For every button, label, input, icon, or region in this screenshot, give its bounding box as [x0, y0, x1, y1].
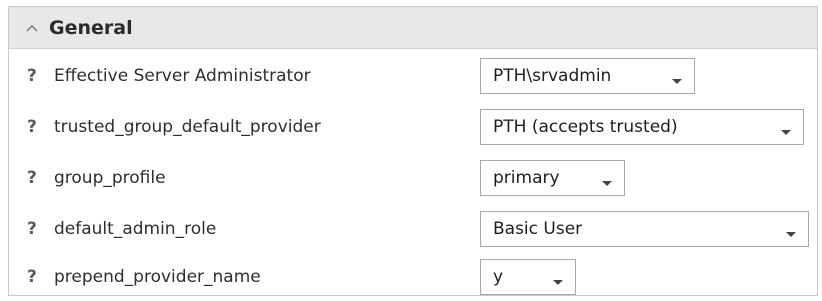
default-admin-role-select[interactable]: Basic User: [480, 211, 809, 247]
chevron-down-icon: [602, 181, 612, 186]
section-title[interactable]: General: [49, 17, 133, 39]
select-value: PTH\srvadmin: [493, 66, 612, 86]
chevron-down-icon: [786, 232, 796, 237]
setting-label: prepend_provider_name: [54, 267, 261, 287]
setting-row-effective-server-administrator: ? Effective Server Administrator PTH\srv…: [9, 52, 817, 100]
setting-label: Effective Server Administrator: [54, 66, 311, 86]
chevron-up-icon[interactable]: [25, 21, 39, 35]
question-mark-icon[interactable]: ?: [27, 168, 37, 188]
setting-row-prepend-provider-name: ? prepend_provider_name y: [9, 253, 817, 301]
section-header[interactable]: General: [9, 7, 817, 49]
chevron-down-icon: [781, 130, 791, 135]
select-value: PTH (accepts trusted): [493, 117, 678, 137]
select-value: y: [493, 267, 504, 287]
trusted-group-default-provider-select[interactable]: PTH (accepts trusted): [480, 109, 804, 145]
prepend-provider-name-select[interactable]: y: [480, 259, 576, 295]
group-profile-select[interactable]: primary: [480, 160, 625, 196]
question-mark-icon[interactable]: ?: [27, 117, 37, 137]
setting-row-group-profile: ? group_profile primary: [9, 154, 817, 202]
question-mark-icon[interactable]: ?: [27, 66, 37, 86]
setting-label: trusted_group_default_provider: [54, 117, 321, 137]
setting-label: group_profile: [54, 168, 166, 188]
setting-row-trusted-group-default-provider: ? trusted_group_default_provider PTH (ac…: [9, 103, 817, 151]
effective-server-administrator-select[interactable]: PTH\srvadmin: [480, 58, 695, 94]
select-value: Basic User: [493, 219, 583, 239]
question-mark-icon[interactable]: ?: [27, 267, 37, 287]
setting-row-default-admin-role: ? default_admin_role Basic User: [9, 205, 817, 253]
general-settings-panel: General ? Effective Server Administrator…: [8, 6, 818, 296]
select-value: primary: [493, 168, 560, 188]
chevron-down-icon: [672, 79, 682, 84]
setting-label: default_admin_role: [54, 219, 217, 239]
question-mark-icon[interactable]: ?: [27, 219, 37, 239]
chevron-down-icon: [553, 280, 563, 285]
